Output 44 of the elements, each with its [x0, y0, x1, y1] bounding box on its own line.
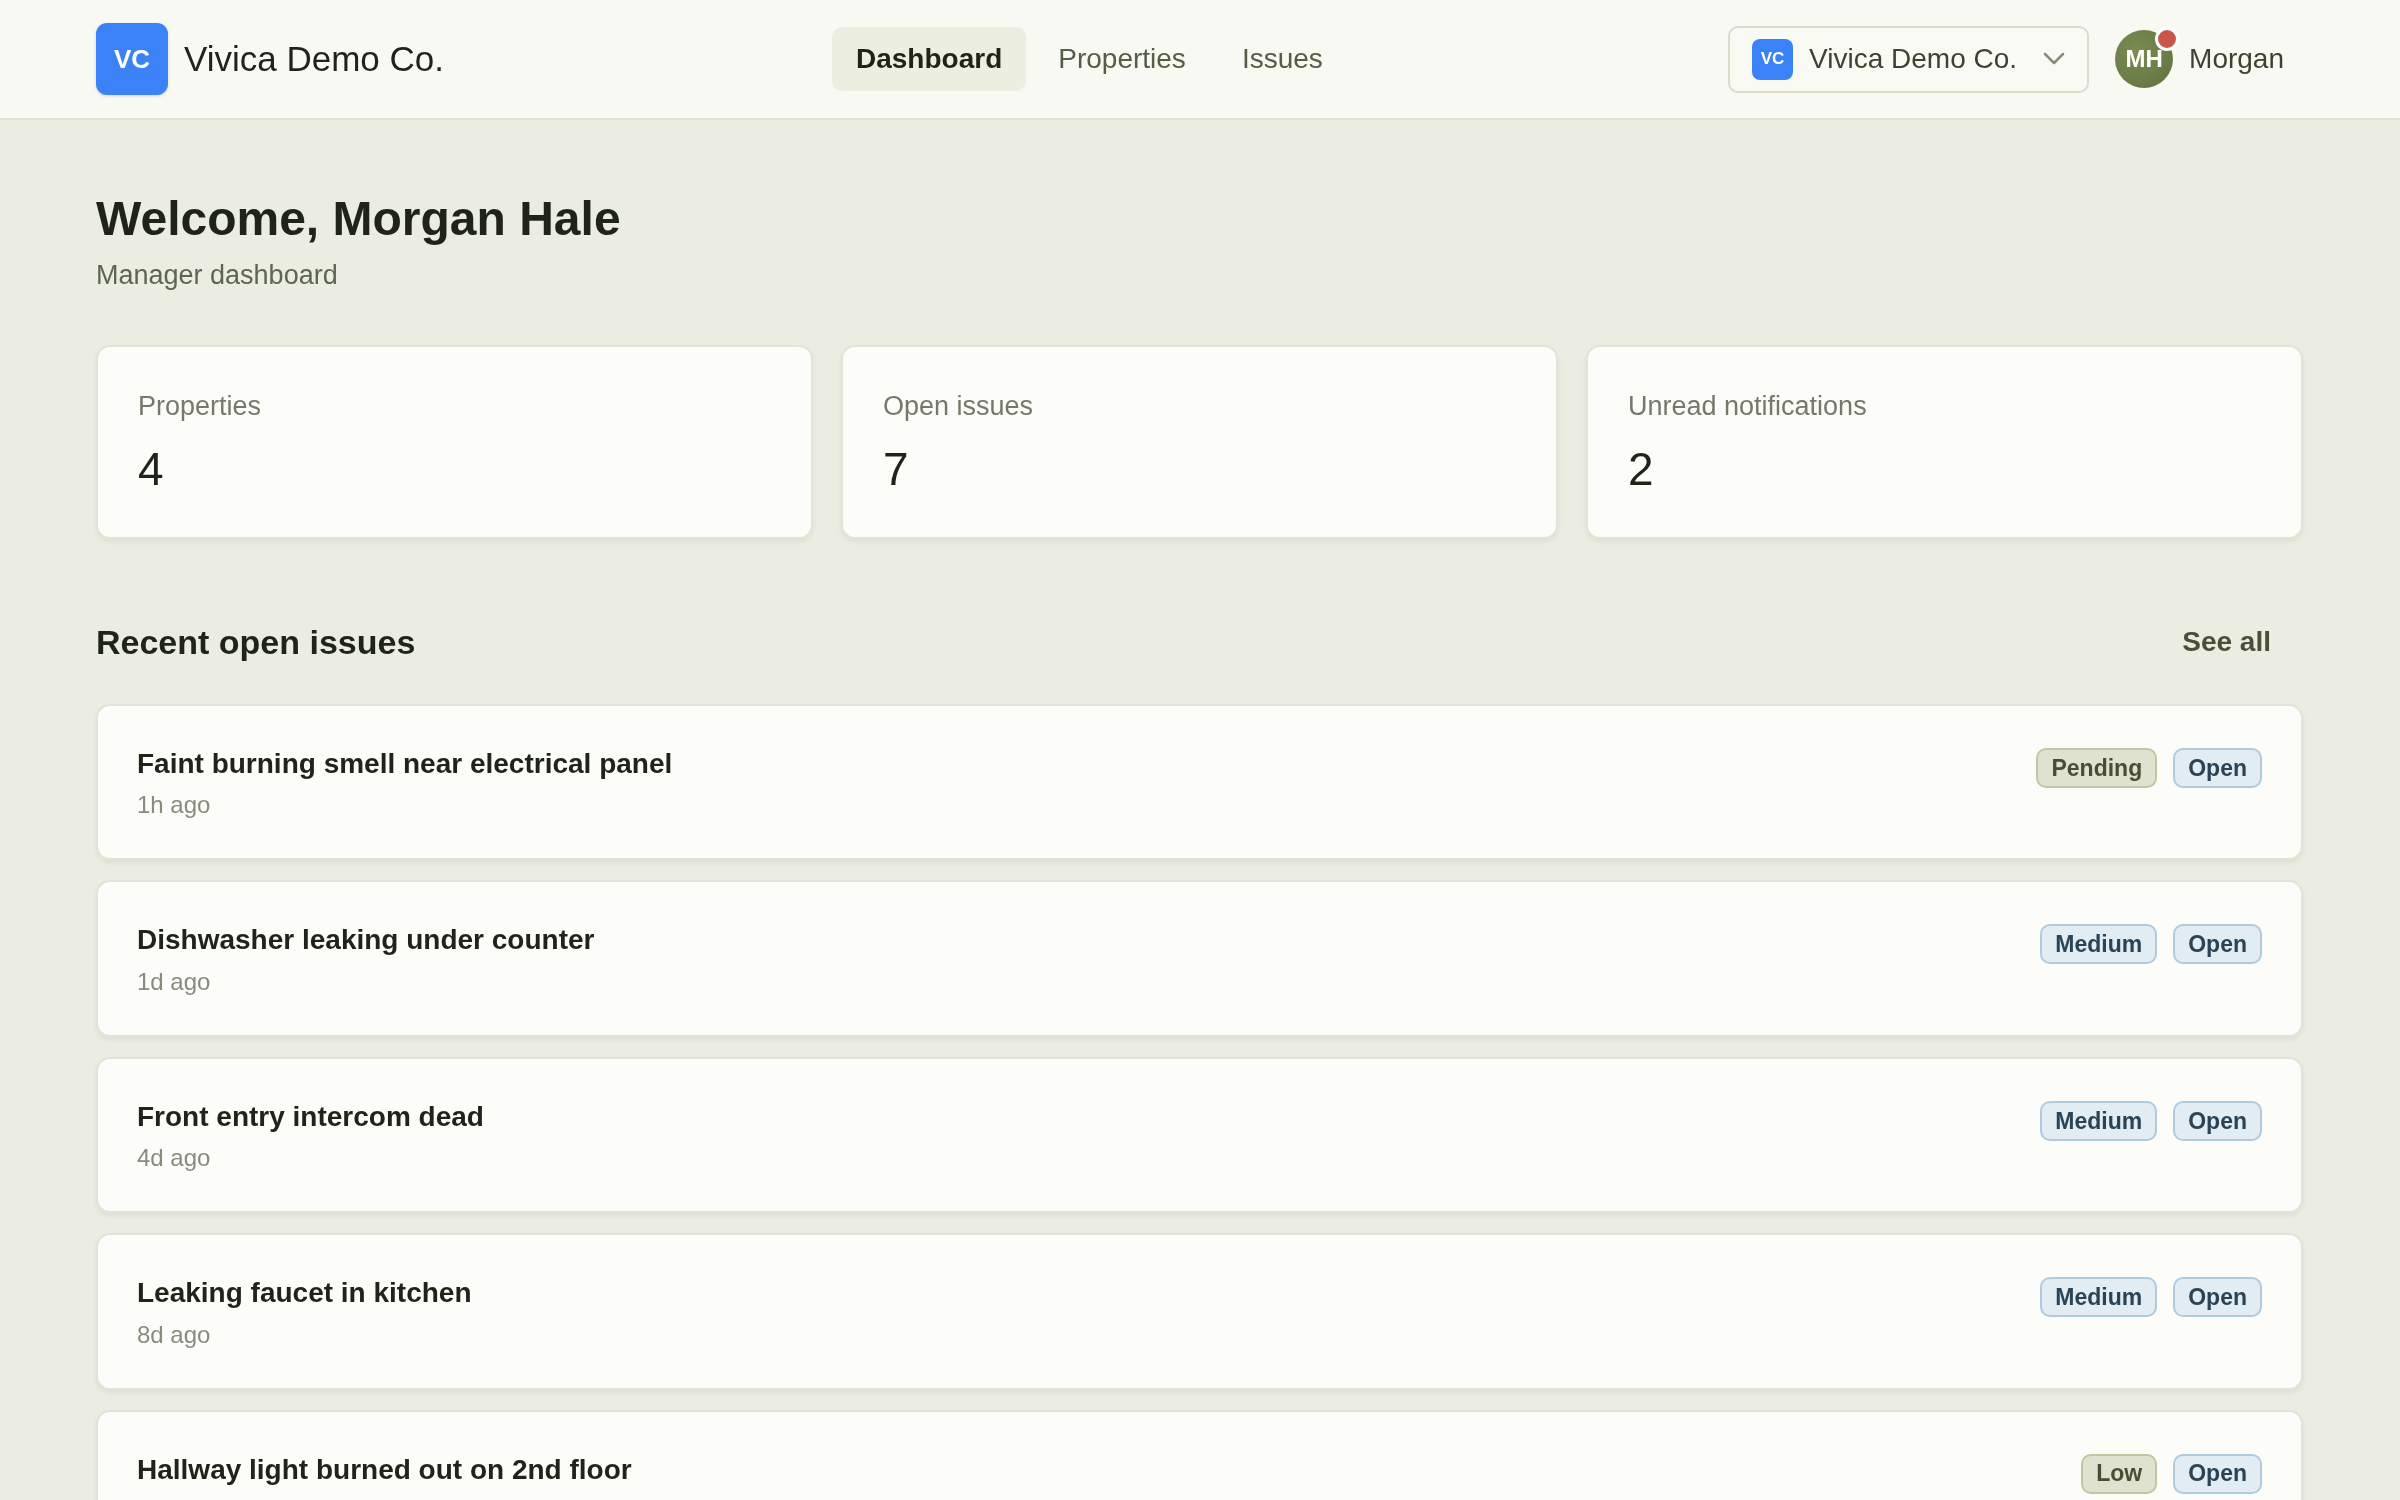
issue-title: Hallway light burned out on 2nd floor: [137, 1452, 632, 1487]
tag-badge: Medium: [2040, 1100, 2158, 1141]
issue-time: 1d ago: [137, 966, 212, 997]
user-name[interactable]: Morgan: [2189, 38, 2284, 80]
stat-value: 4: [138, 441, 165, 497]
tag-badge: Open: [2173, 1100, 2262, 1141]
tag-badge: Medium: [2040, 924, 2158, 965]
issue-card[interactable]: Faint burning smell near electrical panel 1h ago Pending Open: [96, 703, 2303, 861]
tag-badge: Low: [2081, 1453, 2158, 1494]
issue-time: 8d ago: [137, 1319, 212, 1350]
tag-badge: Open: [2173, 1453, 2262, 1494]
brand-name[interactable]: Vivica Demo Co.: [184, 32, 444, 86]
issue-title: Front entry intercom dead: [137, 1099, 484, 1134]
chevron-down-icon: [2043, 52, 2066, 66]
organization-dropdown[interactable]: VC Vivica Demo Co.: [1728, 25, 2090, 93]
organization-logo: VC: [1752, 38, 1794, 80]
issue-card[interactable]: Front entry intercom dead 4d ago Medium Open: [96, 1056, 2303, 1214]
stat-value: 7: [883, 441, 910, 497]
section-title: Recent open issues: [96, 621, 416, 663]
issue-title: Leaking faucet in kitchen: [137, 1276, 472, 1311]
user-avatar[interactable]: MH: [2115, 30, 2174, 88]
nav-tab[interactable]: Properties: [1034, 27, 1210, 91]
tag-badge: Open: [2173, 924, 2262, 965]
stat-label: Properties: [138, 389, 263, 423]
brand-logo[interactable]: VC: [96, 23, 168, 95]
page-title: Welcome, Morgan Hale: [96, 191, 622, 247]
tag-badge: Open: [2173, 1277, 2262, 1318]
page-subtitle: Manager dashboard: [96, 258, 339, 292]
stat-label: Unread notifications: [1628, 389, 1868, 423]
stat-value: 2: [1628, 441, 1655, 497]
issue-card[interactable]: Hallway light burned out on 2nd floor Low Open: [96, 1409, 2303, 1500]
issue-title: Dishwasher leaking under counter: [137, 923, 595, 958]
issue-title: Faint burning smell near electrical panel: [137, 746, 673, 781]
issue-time: 1h ago: [137, 790, 212, 821]
nav-tab[interactable]: Dashboard: [832, 27, 1027, 91]
tag-badge: Pending: [2036, 747, 2158, 788]
nav-tab[interactable]: Issues: [1217, 27, 1347, 91]
see-all-link[interactable]: See all: [2182, 620, 2271, 663]
issue-card[interactable]: Leaking faucet in kitchen 8d ago Medium Open: [96, 1233, 2303, 1390]
tag-badge: Medium: [2040, 1277, 2158, 1318]
tag-badge: Open: [2173, 747, 2262, 788]
stat-label: Open issues: [883, 389, 1035, 423]
issue-card[interactable]: Dishwasher leaking under counter 1d ago Medium Open: [96, 880, 2303, 1037]
issue-time: 4d ago: [137, 1143, 212, 1174]
